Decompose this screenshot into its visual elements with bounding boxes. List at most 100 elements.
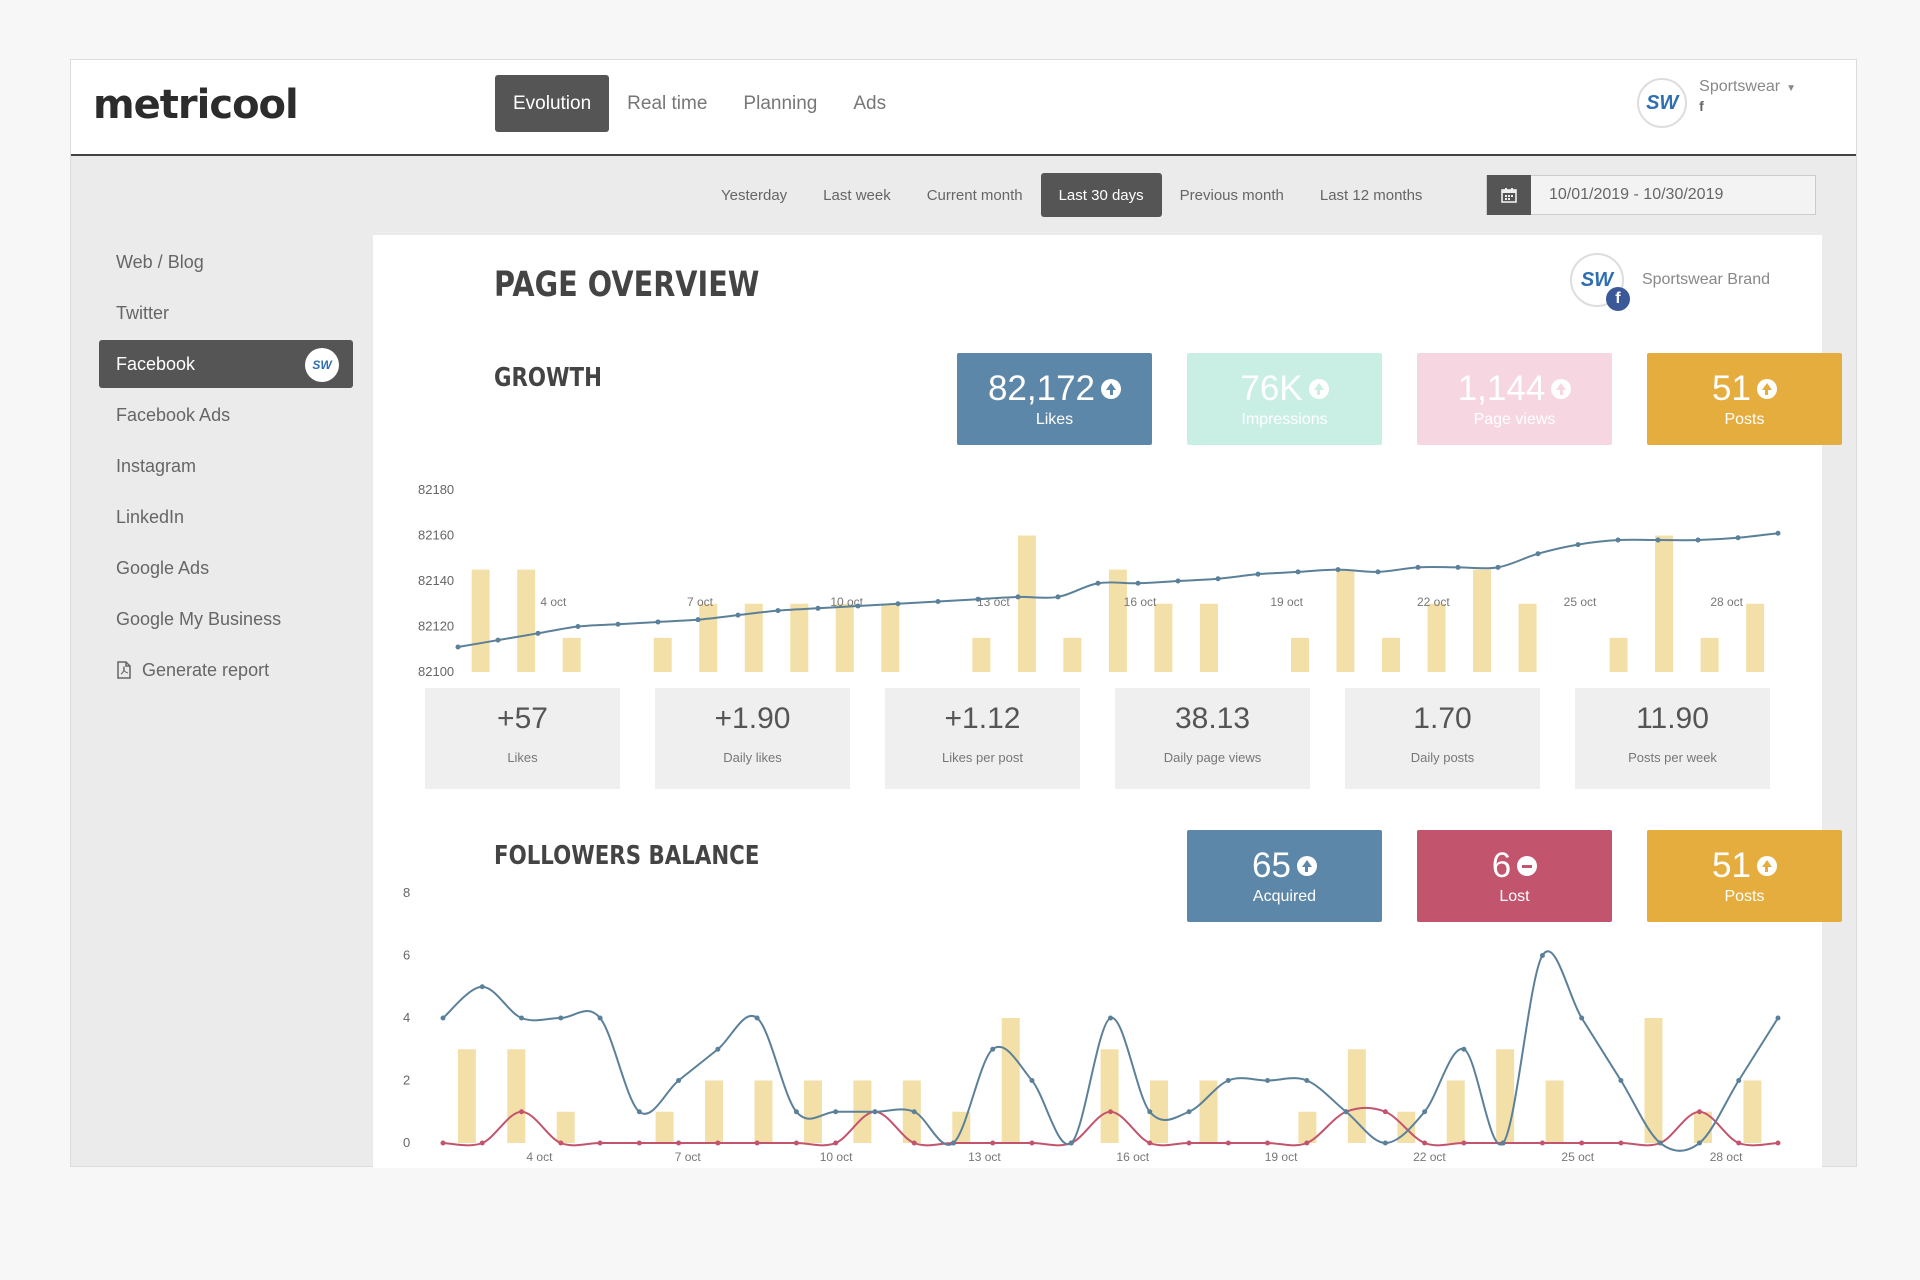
chart-bar (705, 1080, 724, 1143)
sidebar-item-web-blog[interactable]: Web / Blog (99, 238, 353, 286)
x-tick-label: 16 oct (1116, 1150, 1149, 1164)
calendar-icon[interactable] (1487, 175, 1531, 215)
chart-bar (1446, 1080, 1465, 1143)
sidebar-item-google-my-business[interactable]: Google My Business (99, 595, 353, 643)
chart-point (479, 1140, 485, 1146)
chart-point (872, 1109, 878, 1115)
chart-point (558, 1140, 564, 1146)
nav-evolution[interactable]: Evolution (495, 75, 610, 132)
chart-point (1068, 1140, 1074, 1146)
y-tick-label: 0 (403, 1135, 410, 1150)
chart-point (479, 984, 485, 990)
chart-point (833, 1140, 839, 1146)
chart-point (793, 1140, 799, 1146)
chart-point (440, 1140, 446, 1146)
chart-point (1618, 1078, 1624, 1083)
chart-point (1343, 1109, 1349, 1115)
account-avatar: SW (1637, 78, 1688, 128)
sidebar-item-google-ads[interactable]: Google Ads (99, 544, 353, 592)
chart-bar (1743, 1080, 1762, 1143)
chart-point (1225, 1078, 1231, 1083)
chart-point (519, 1109, 525, 1115)
brand-avatar-text: SW (312, 358, 332, 372)
metricool-logo[interactable]: metricool (93, 82, 299, 128)
chart-bar (507, 1049, 526, 1143)
nav-planning[interactable]: Planning (725, 75, 835, 132)
chart-point (1736, 1140, 1742, 1146)
sidebar-item-generate-report[interactable]: Generate report (99, 646, 353, 694)
x-tick-label: 28 oct (1710, 1150, 1743, 1164)
chart-point (990, 1046, 996, 1052)
chart-bar (1100, 1049, 1119, 1143)
date-range-picker[interactable]: 10/01/2019 - 10/30/2019 (1486, 175, 1816, 215)
top-bar: metricool Evolution Real time Planning A… (71, 60, 1856, 156)
chart-point (1579, 1015, 1585, 1021)
chart-point (1147, 1109, 1153, 1115)
x-tick-label: 10 oct (820, 1150, 853, 1164)
account-info: Sportswear ▼ f (1699, 78, 1796, 114)
date-yesterday[interactable]: Yesterday (703, 173, 805, 217)
nav-ads[interactable]: Ads (835, 75, 904, 132)
chart-bar (1644, 1018, 1663, 1143)
chart-bar (754, 1080, 773, 1143)
x-tick-label: 7 oct (675, 1150, 702, 1164)
chart-point (990, 1140, 996, 1146)
account-selector[interactable]: SW Sportswear ▼ f (1637, 78, 1796, 128)
x-tick-label: 4 oct (526, 1150, 553, 1164)
chart-bar (556, 1111, 575, 1143)
chart-point (558, 1015, 564, 1021)
chart-point (1265, 1078, 1271, 1083)
chart-point (1539, 1140, 1545, 1146)
chart-point (754, 1140, 760, 1146)
date-last-week[interactable]: Last week (805, 173, 909, 217)
sidebar-item-twitter[interactable]: Twitter (99, 289, 353, 337)
chart-point (1657, 1140, 1663, 1146)
chart-bar (1001, 1018, 1020, 1143)
sidebar-item-instagram[interactable]: Instagram (99, 442, 353, 490)
chart-bar (457, 1049, 476, 1143)
brand-avatar: SW (305, 348, 339, 382)
chart-point (1422, 1109, 1428, 1115)
chart-point (950, 1140, 956, 1146)
date-last-30-days[interactable]: Last 30 days (1040, 173, 1162, 217)
chart-point (1108, 1015, 1113, 1021)
chart-point (715, 1140, 721, 1146)
y-tick-label: 2 (403, 1073, 410, 1088)
sidebar-item-linkedin[interactable]: LinkedIn (99, 493, 353, 541)
chart-point (1579, 1140, 1585, 1146)
chart-point (1539, 953, 1545, 958)
facebook-icon: f (1699, 98, 1704, 114)
chart-bar (1150, 1080, 1169, 1143)
chart-point (1029, 1140, 1035, 1146)
chart-point (1108, 1109, 1113, 1115)
sidebar-item-label: Facebook (116, 353, 196, 374)
chart-point (1736, 1078, 1742, 1083)
chart-bar (803, 1080, 822, 1143)
page-overview-panel: PAGE OVERVIEW SW f Sportswear Brand GROW… (373, 235, 1842, 1168)
main-nav: Evolution Real time Planning Ads (495, 75, 904, 132)
chart-point (1382, 1140, 1388, 1146)
chart-point (636, 1140, 642, 1146)
chart-point (597, 1140, 603, 1146)
chart-point (1304, 1078, 1310, 1083)
date-previous-month[interactable]: Previous month (1162, 173, 1302, 217)
sidebar-item-facebook[interactable]: Facebook SW (99, 340, 353, 388)
chevron-down-icon: ▼ (1786, 83, 1796, 94)
chart-point (1265, 1140, 1271, 1146)
chart-point (911, 1109, 917, 1115)
chart-point (676, 1140, 682, 1146)
chart-point (1696, 1140, 1702, 1146)
x-tick-label: 13 oct (968, 1150, 1001, 1164)
date-current-month[interactable]: Current month (909, 173, 1041, 217)
date-range-options: Yesterday Last week Current month Last 3… (703, 173, 1440, 217)
chart-point (1225, 1140, 1231, 1146)
chart-point (1147, 1140, 1153, 1146)
date-last-12-months[interactable]: Last 12 months (1302, 173, 1441, 217)
nav-real-time[interactable]: Real time (609, 75, 725, 132)
chart-point (1775, 1015, 1781, 1021)
date-range-value: 10/01/2019 - 10/30/2019 (1549, 186, 1724, 203)
chart-point (1461, 1046, 1467, 1052)
chart-point (1029, 1078, 1035, 1083)
sidebar-item-facebook-ads[interactable]: Facebook Ads (99, 391, 353, 439)
chart-point (440, 1015, 446, 1021)
